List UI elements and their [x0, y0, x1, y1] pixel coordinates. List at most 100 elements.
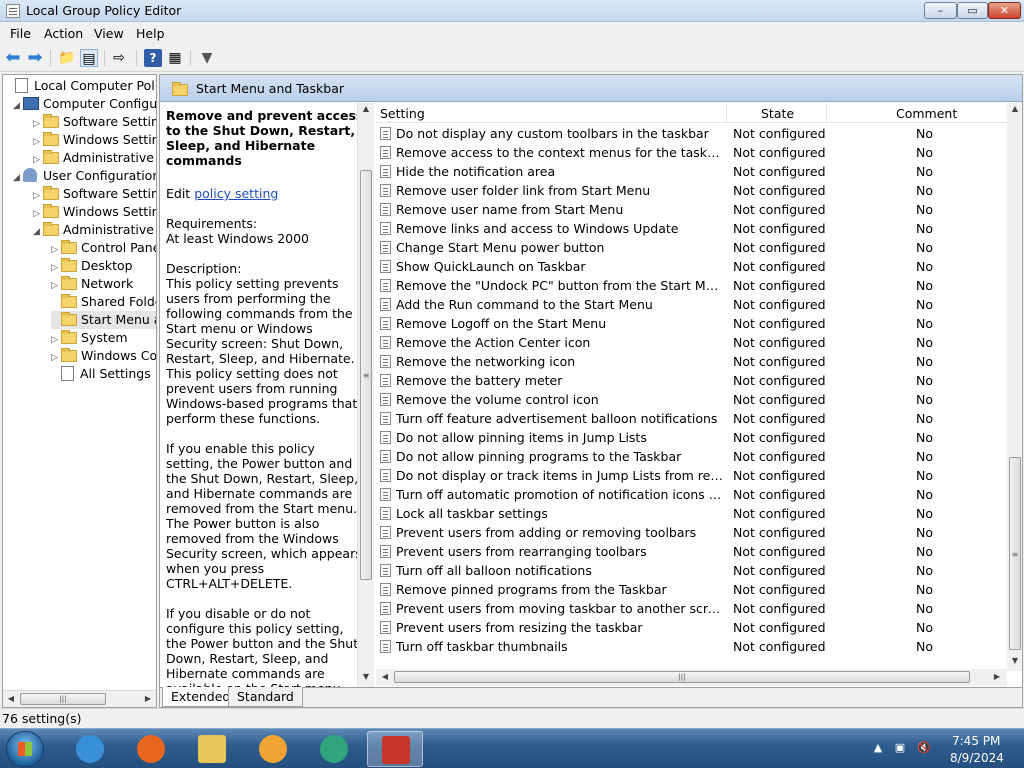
table-row[interactable]: Remove the battery meter Not configured No: [376, 371, 1007, 390]
tree-node[interactable]: ▷ System: [51, 329, 128, 347]
table-row[interactable]: Lock all taskbar settings Not configured N…: [376, 504, 1007, 523]
taskbar-app-button[interactable]: [306, 731, 362, 767]
menu-help[interactable]: Help: [136, 26, 165, 41]
table-row[interactable]: Turn off automatic promotion of notifica…: [376, 485, 1007, 504]
table-row[interactable]: Remove the Action Center icon Not configu…: [376, 333, 1007, 352]
volume-muted-icon[interactable]: 🔇: [916, 741, 932, 755]
scroll-down-icon[interactable]: ▼: [1008, 655, 1022, 667]
scroll-thumb[interactable]: |||: [20, 693, 106, 705]
menu-bar: File Action View Help: [0, 22, 1024, 44]
export-list-icon[interactable]: ⇨: [110, 49, 128, 67]
close-button[interactable]: ✕: [988, 2, 1021, 19]
table-row[interactable]: Remove Logoff on the Start Menu Not confi…: [376, 314, 1007, 333]
table-row[interactable]: Prevent users from moving taskbar to ano…: [376, 599, 1007, 618]
taskbar-app-button[interactable]: [184, 731, 240, 767]
extended-view-icon[interactable]: ▦: [166, 49, 184, 67]
taskbar-app-button[interactable]: [62, 731, 118, 767]
taskbar-app-button[interactable]: [123, 731, 179, 767]
tree-node[interactable]: Local Computer Policy: [5, 77, 156, 95]
show-hide-tree-icon[interactable]: ▤: [80, 49, 98, 67]
table-row[interactable]: Remove user folder link from Start Menu N…: [376, 181, 1007, 200]
back-arrow-icon[interactable]: ⬅: [4, 49, 22, 67]
start-button[interactable]: [6, 731, 44, 767]
clock-date[interactable]: 8/9/2024: [950, 751, 1004, 765]
tree-node[interactable]: ▷ Network: [51, 275, 133, 293]
table-row[interactable]: Remove the networking icon Not configured…: [376, 352, 1007, 371]
menu-view[interactable]: View: [94, 26, 124, 41]
tab-standard[interactable]: Standard: [228, 687, 303, 707]
show-hidden-icons-icon[interactable]: ▲: [870, 741, 886, 755]
filter-icon[interactable]: ▼: [198, 49, 216, 67]
scroll-up-icon[interactable]: ▲: [1008, 103, 1022, 115]
table-row[interactable]: Prevent users from rearranging toolbars N…: [376, 542, 1007, 561]
scroll-thumb[interactable]: |||: [394, 671, 970, 683]
column-divider[interactable]: [826, 103, 827, 123]
scroll-right-icon[interactable]: ▶: [141, 693, 155, 705]
scroll-thumb[interactable]: ≡: [360, 170, 372, 580]
column-state[interactable]: State: [761, 106, 794, 121]
scroll-down-icon[interactable]: ▼: [359, 671, 373, 683]
tree-node[interactable]: ▷Windows Setting: [33, 203, 156, 221]
table-row[interactable]: Remove access to the context menus for t…: [376, 143, 1007, 162]
minimize-button[interactable]: –: [924, 2, 957, 19]
list-vertical-scrollbar[interactable]: ▲ ≡ ▼: [1007, 103, 1022, 671]
table-row[interactable]: Prevent users from resizing the taskbar N…: [376, 618, 1007, 637]
scroll-up-icon[interactable]: ▲: [359, 103, 373, 115]
table-row[interactable]: Change Start Menu power button Not config…: [376, 238, 1007, 257]
menu-file[interactable]: File: [10, 26, 31, 41]
table-row[interactable]: Remove the volume control icon Not config…: [376, 390, 1007, 409]
column-divider[interactable]: [726, 103, 727, 123]
taskbar-app-button[interactable]: [367, 731, 423, 767]
menu-action[interactable]: Action: [44, 26, 83, 41]
table-row[interactable]: Remove user name from Start Menu Not conf…: [376, 200, 1007, 219]
tree-node[interactable]: Shared Folder: [51, 293, 156, 311]
scroll-right-icon[interactable]: ▶: [990, 671, 1004, 683]
help-icon[interactable]: ?: [144, 49, 162, 67]
table-row[interactable]: Do not allow pinning programs to the Tas…: [376, 447, 1007, 466]
tree-node[interactable]: ▷ Control Panel: [51, 239, 156, 257]
scroll-left-icon[interactable]: ◀: [378, 671, 392, 683]
table-row[interactable]: Remove links and access to Windows Updat…: [376, 219, 1007, 238]
tree-node[interactable]: ▷ Windows Cor: [51, 347, 156, 365]
scroll-thumb[interactable]: ≡: [1009, 457, 1021, 650]
forward-arrow-icon[interactable]: ➡: [26, 49, 44, 67]
description-scrollbar[interactable]: ▲ ≡ ▼: [357, 103, 374, 687]
tree-node[interactable]: Start Menu ar: [51, 311, 156, 329]
tree-node[interactable]: ▷ Desktop: [51, 257, 133, 275]
table-row[interactable]: Do not display any custom toolbars in th…: [376, 124, 1007, 143]
tree-node[interactable]: ◢ Administrative Te: [33, 221, 156, 241]
table-row[interactable]: Prevent users from adding or removing to…: [376, 523, 1007, 542]
column-comment[interactable]: Comment: [896, 106, 957, 121]
tree-node[interactable]: ▷Administrative Te: [33, 149, 156, 167]
table-row[interactable]: Add the Run command to the Start Menu Not…: [376, 295, 1007, 314]
tree-node[interactable]: ◢ User Configuration: [13, 167, 156, 187]
expand-arrow-icon[interactable]: ◢: [13, 169, 23, 187]
clock-time[interactable]: 7:45 PM: [952, 734, 1000, 748]
maximize-button[interactable]: ▭: [957, 2, 988, 19]
expand-arrow-icon[interactable]: ◢: [33, 223, 43, 241]
tree-node[interactable]: ▷Software Settings: [33, 113, 156, 131]
column-setting[interactable]: Setting: [380, 106, 425, 121]
tree-node[interactable]: ◢ Computer Configura: [13, 95, 156, 115]
table-row[interactable]: Turn off taskbar thumbnails Not configure…: [376, 637, 1007, 656]
table-row[interactable]: Do not allow pinning items in Jump Lists…: [376, 428, 1007, 447]
edit-policy-link[interactable]: policy setting: [194, 186, 278, 201]
tree-horizontal-scrollbar[interactable]: ◀ ||| ▶: [3, 690, 156, 707]
table-row[interactable]: Turn off all balloon notifications Not co…: [376, 561, 1007, 580]
table-row[interactable]: Remove the "Undock PC" button from the S…: [376, 276, 1007, 295]
table-row[interactable]: Hide the notification area Not configured…: [376, 162, 1007, 181]
table-row[interactable]: Remove pinned programs from the Taskbar N…: [376, 580, 1007, 599]
taskbar-app-button[interactable]: [245, 731, 301, 767]
table-row[interactable]: Show QuickLaunch on Taskbar Not configure…: [376, 257, 1007, 276]
up-folder-icon[interactable]: 📁: [58, 49, 76, 67]
table-row[interactable]: Do not display or track items in Jump Li…: [376, 466, 1007, 485]
tree-node[interactable]: All Settings: [51, 365, 151, 383]
table-row[interactable]: Turn off feature advertisement balloon n…: [376, 409, 1007, 428]
tree-node[interactable]: ▷Windows Setting: [33, 131, 156, 149]
list-horizontal-scrollbar[interactable]: ◀ ||| ▶: [376, 669, 1007, 686]
tree-node[interactable]: ▷Software Settings: [33, 185, 156, 203]
expand-arrow-icon[interactable]: ◢: [13, 97, 23, 115]
network-icon[interactable]: ▣: [892, 741, 908, 755]
scroll-left-icon[interactable]: ◀: [4, 693, 18, 705]
setting-state: Not configured: [733, 278, 826, 293]
